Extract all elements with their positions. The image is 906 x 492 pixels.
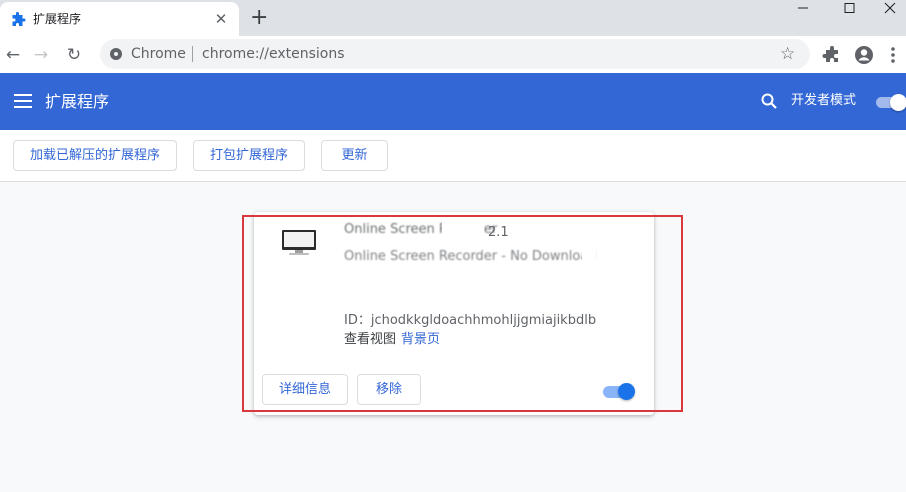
menu-icon[interactable] (14, 94, 32, 108)
extension-description: Online Screen Recorder - No Download (344, 249, 597, 264)
search-icon[interactable] (760, 92, 778, 110)
extension-card: Online Screen Recorder 2.1 Online Screen… (254, 212, 654, 415)
close-icon[interactable]: ✕ (213, 11, 229, 27)
tab-extensions[interactable]: 扩展程序 ✕ (0, 2, 239, 36)
forward-icon[interactable]: → (30, 44, 52, 66)
omnibox-divider (192, 46, 193, 62)
maximize-icon[interactable] (830, 0, 870, 18)
toggle-knob (890, 94, 906, 111)
url-text[interactable]: chrome://extensions (202, 46, 345, 62)
developer-mode-label: 开发者模式 (791, 93, 857, 108)
bookmark-star-icon[interactable]: ☆ (780, 44, 795, 64)
developer-mode-toggle[interactable] (874, 94, 906, 111)
inspect-views-label: 查看视图 (344, 332, 397, 347)
monitor-icon (282, 230, 316, 255)
window-close-icon[interactable] (870, 0, 906, 18)
tab-strip: 扩展程序 ✕ + (0, 0, 906, 36)
extension-id: ID：jchodkkgldoachhmohljjgmiajikbdlb (344, 313, 597, 328)
back-icon[interactable]: ← (2, 44, 24, 66)
extensions-header: 扩展程序 开发者模式 (0, 73, 906, 130)
page-title: 扩展程序 (45, 92, 110, 111)
toggle-knob (618, 383, 635, 400)
tab-title: 扩展程序 (33, 12, 82, 26)
reload-icon[interactable]: ↻ (63, 44, 85, 66)
new-tab-button[interactable]: + (250, 7, 268, 29)
more-vert-icon[interactable] (882, 44, 904, 66)
background-page-link[interactable]: 背景页 (401, 332, 440, 348)
minimize-icon[interactable] (783, 0, 823, 18)
developer-toolbar: 加载已解压的扩展程序 打包扩展程序 更新 (0, 130, 906, 182)
pack-extension-button[interactable]: 打包扩展程序 (193, 140, 305, 171)
redaction-mask (442, 222, 484, 240)
site-info-icon[interactable] (110, 48, 122, 60)
update-button[interactable]: 更新 (321, 140, 388, 171)
extension-version: 2.1 (488, 225, 509, 240)
site-label: Chrome (131, 46, 186, 62)
load-unpacked-button[interactable]: 加载已解压的扩展程序 (13, 140, 177, 171)
remove-button[interactable]: 移除 (357, 374, 421, 405)
browser-toolbar: ← → ↻ Chrome chrome://extensions ☆ (0, 36, 906, 73)
puzzle-icon (12, 12, 26, 26)
extension-enable-toggle[interactable] (602, 382, 636, 400)
redaction-mask (582, 248, 596, 266)
extensions-puzzle-icon[interactable] (821, 44, 843, 66)
profile-avatar-icon[interactable] (853, 44, 875, 66)
address-bar[interactable]: Chrome chrome://extensions ☆ (100, 39, 810, 69)
details-button[interactable]: 详细信息 (262, 374, 348, 405)
